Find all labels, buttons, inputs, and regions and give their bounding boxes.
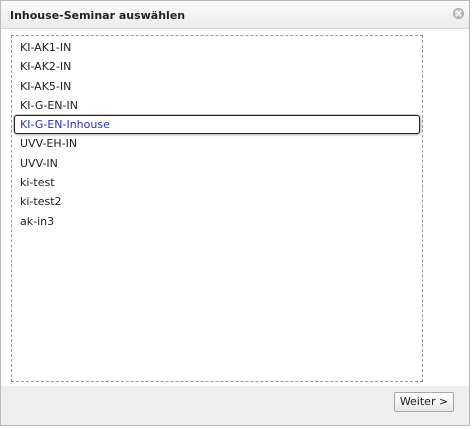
dialog-content: KI-AK1-IN KI-AK2-IN KI-AK5-IN KI-G-EN-IN KI-… <box>1 29 469 386</box>
list-item[interactable]: ki-test2 <box>14 192 420 211</box>
list-item[interactable]: UVV-EH-IN <box>14 134 420 153</box>
list-item[interactable]: KI-AK5-IN <box>14 77 420 96</box>
close-x-glyph <box>455 10 462 17</box>
list-item[interactable]: KI-G-EN-IN <box>14 96 420 115</box>
seminar-dialog: Inhouse-Seminar auswählen KI-AK1-IN KI-AK… <box>0 0 470 426</box>
list-item[interactable]: ki-test <box>14 173 420 192</box>
dialog-title: Inhouse-Seminar auswählen <box>10 9 186 22</box>
close-icon[interactable] <box>453 8 464 19</box>
next-button[interactable]: Weiter > <box>394 392 454 412</box>
list-item[interactable]: UVV-IN <box>14 154 420 173</box>
seminar-listbox[interactable]: KI-AK1-IN KI-AK2-IN KI-AK5-IN KI-G-EN-IN KI-… <box>11 35 423 382</box>
list-item-selected[interactable]: KI-G-EN-Inhouse <box>14 115 420 135</box>
seminar-list: KI-AK1-IN KI-AK2-IN KI-AK5-IN KI-G-EN-IN KI-… <box>14 38 420 231</box>
list-item[interactable]: KI-AK1-IN <box>14 38 420 57</box>
list-item[interactable]: KI-AK2-IN <box>14 57 420 76</box>
dialog-titlebar: Inhouse-Seminar auswählen <box>1 1 469 29</box>
list-item[interactable]: ak-in3 <box>14 212 420 231</box>
dialog-footer: Weiter > <box>1 386 469 425</box>
